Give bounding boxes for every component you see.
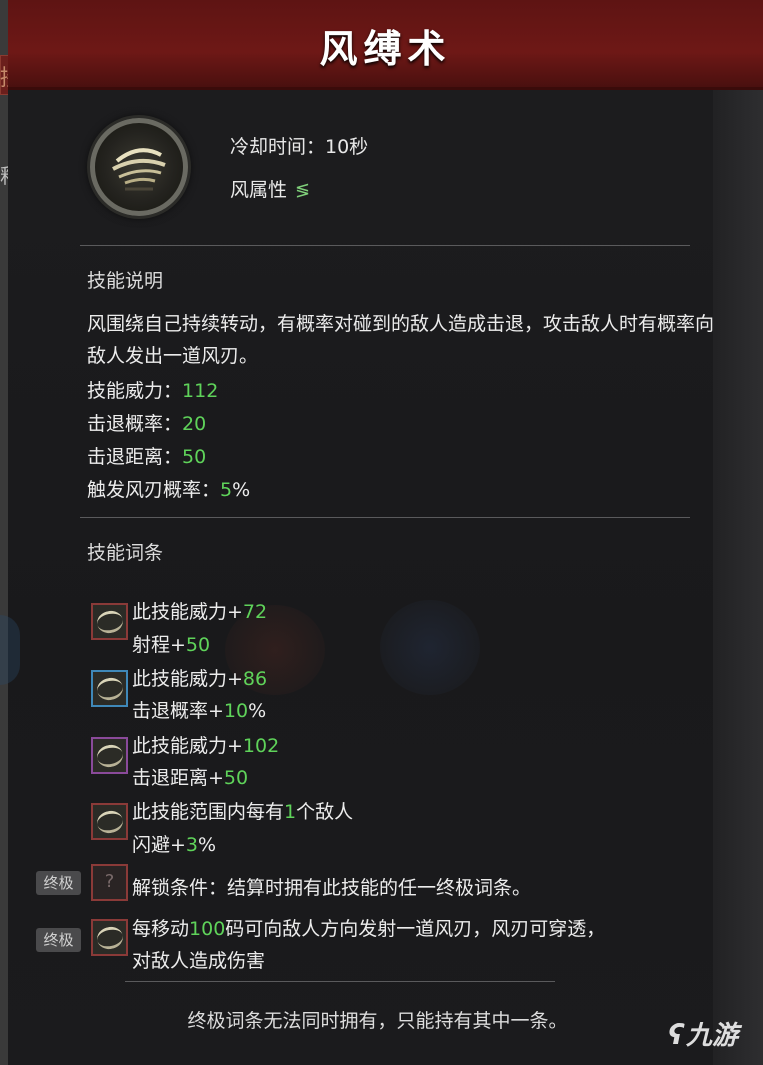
- affix-wind-icon[interactable]: [91, 670, 128, 707]
- title-bar: 风缚术: [8, 0, 763, 90]
- affix-1-line-2: 射程+50: [132, 634, 211, 656]
- locked-affix-icon[interactable]: ?: [91, 864, 128, 901]
- affix-1-line-1: 此技能威力+72: [132, 601, 268, 623]
- affix-4-line-1: 此技能范围内每有1个敌人: [132, 801, 354, 823]
- background-orb: [0, 615, 20, 685]
- affix-wind-icon[interactable]: [91, 803, 128, 840]
- divider: [125, 981, 555, 982]
- stat-knockback-distance: 击退距离：50: [87, 446, 207, 468]
- ultimate-affix-icon[interactable]: [91, 919, 128, 956]
- background-orb: [380, 600, 480, 695]
- element-row: 风属性 ≶: [230, 175, 310, 202]
- wind-element-icon: ≶: [295, 180, 311, 201]
- description-heading: 技能说明: [87, 270, 164, 292]
- element-label: 风属性: [230, 179, 288, 201]
- watermark-logo: ʕ九游: [668, 1018, 739, 1051]
- affix-wind-icon[interactable]: [91, 603, 128, 640]
- affix-2-line-1: 此技能威力+86: [132, 668, 268, 690]
- divider: [80, 245, 690, 246]
- skill-title: 风缚术: [319, 26, 452, 71]
- ultimate-affix-line-2: 对敌人造成伤害: [132, 950, 266, 972]
- divider: [80, 517, 690, 518]
- footer-note: 终极词条无法同时拥有，只能持有其中一条。: [187, 1010, 568, 1032]
- stat-windblade-chance: 触发风刃概率：5%: [87, 479, 251, 501]
- affix-heading: 技能词条: [87, 542, 164, 564]
- ultimate-affix-line-1: 每移动100码可向敌人方向发射一道风刃，风刃可穿透，: [132, 918, 606, 940]
- affix-wind-icon[interactable]: [91, 737, 128, 774]
- wind-swirl-icon: [90, 118, 188, 216]
- ultimate-tag: 终极: [36, 871, 81, 895]
- cooldown-text: 冷却时间：10秒: [230, 136, 369, 158]
- skill-tooltip-panel: 风缚术 冷却时间：10秒 风属性 ≶ 技能说明 风围绕自己持续转动，有概率对碰到的…: [8, 0, 763, 1065]
- affix-4-line-2: 闪避+3%: [132, 834, 217, 856]
- unlock-condition: 解锁条件：结算时拥有此技能的任一终极词条。: [132, 877, 532, 899]
- skill-description: 风围绕自己持续转动，有概率对碰到的敌人造成击退，攻击敌人时有概率向敌人发出一道风…: [87, 313, 715, 367]
- affix-2-line-2: 击退概率+10%: [132, 700, 267, 722]
- stat-power: 技能威力：112: [87, 380, 219, 402]
- stat-knockback-chance: 击退概率：20: [87, 413, 207, 435]
- ultimate-tag: 终极: [36, 928, 81, 952]
- logo-icon: ʕ: [668, 1018, 685, 1051]
- affix-3-line-1: 此技能威力+102: [132, 735, 280, 757]
- affix-3-line-2: 击退距离+50: [132, 767, 249, 789]
